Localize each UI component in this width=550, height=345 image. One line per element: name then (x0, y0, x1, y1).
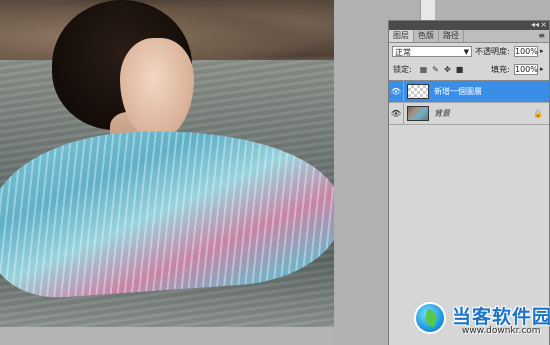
blend-mode-select[interactable]: 正常 ▼ (392, 46, 472, 57)
fill-chevron-icon[interactable]: ▸ (540, 64, 544, 75)
opacity-label: 不透明度: (475, 47, 510, 56)
tab-channels[interactable]: 色版 (414, 30, 439, 42)
fill-label: 填充: (491, 65, 510, 74)
layer-name: 新增一個圖層 (434, 87, 482, 96)
lock-transparent-pixels-icon[interactable]: ▦ (419, 65, 428, 74)
lock-icon: 🔒 (533, 109, 543, 118)
blend-mode-value: 正常 (395, 48, 411, 57)
lock-fill-row: 锁定: ▦ ✎ ✥ ■ 填充: 100% ▸ (389, 61, 549, 77)
panel-tabs: 图层 色版 路径 ≡ (389, 30, 549, 43)
watermark-logo (414, 302, 446, 334)
lock-label: 锁定: (393, 65, 412, 74)
watermark: 当客软件园 www.downkr.com (412, 300, 550, 342)
watermark-title: 当客软件园 (452, 306, 550, 328)
close-icon[interactable]: × (540, 20, 547, 30)
eye-icon[interactable]: 👁 (389, 103, 404, 124)
panel-title-bar[interactable]: ◂◂ × (389, 20, 549, 30)
watermark-url: www.downkr.com (462, 326, 541, 336)
chevron-down-icon: ▼ (463, 48, 469, 56)
fill-input[interactable]: 100% (514, 64, 538, 75)
blend-opacity-row: 正常 ▼ 不透明度: 100% ▸ (389, 43, 549, 59)
lock-all-icon[interactable]: ■ (455, 65, 464, 74)
lock-image-pixels-icon[interactable]: ✎ (431, 65, 440, 74)
layer-name: 背景 (434, 109, 450, 118)
eye-icon[interactable]: 👁 (389, 81, 404, 102)
layer-thumbnail (407, 106, 429, 121)
lock-position-icon[interactable]: ✥ (443, 65, 452, 74)
layer-row-background[interactable]: 👁 背景 🔒 (389, 103, 549, 125)
layer-row-new-layer[interactable]: 👁 新增一個圖層 (389, 81, 549, 103)
panel-menu-icon[interactable]: ≡ (534, 30, 549, 42)
document-canvas[interactable] (0, 0, 334, 327)
collapse-icon[interactable]: ◂◂ (531, 20, 539, 30)
tab-paths[interactable]: 路径 (439, 30, 464, 42)
opacity-input[interactable]: 100% (514, 46, 538, 57)
opacity-chevron-icon[interactable]: ▸ (540, 46, 544, 57)
layer-thumbnail (407, 84, 429, 99)
layers-panel: ◂◂ × 图层 色版 路径 ≡ 正常 ▼ 不透明度: 100% ▸ 锁定: ▦ … (388, 20, 550, 345)
tab-layers[interactable]: 图层 (389, 30, 414, 42)
